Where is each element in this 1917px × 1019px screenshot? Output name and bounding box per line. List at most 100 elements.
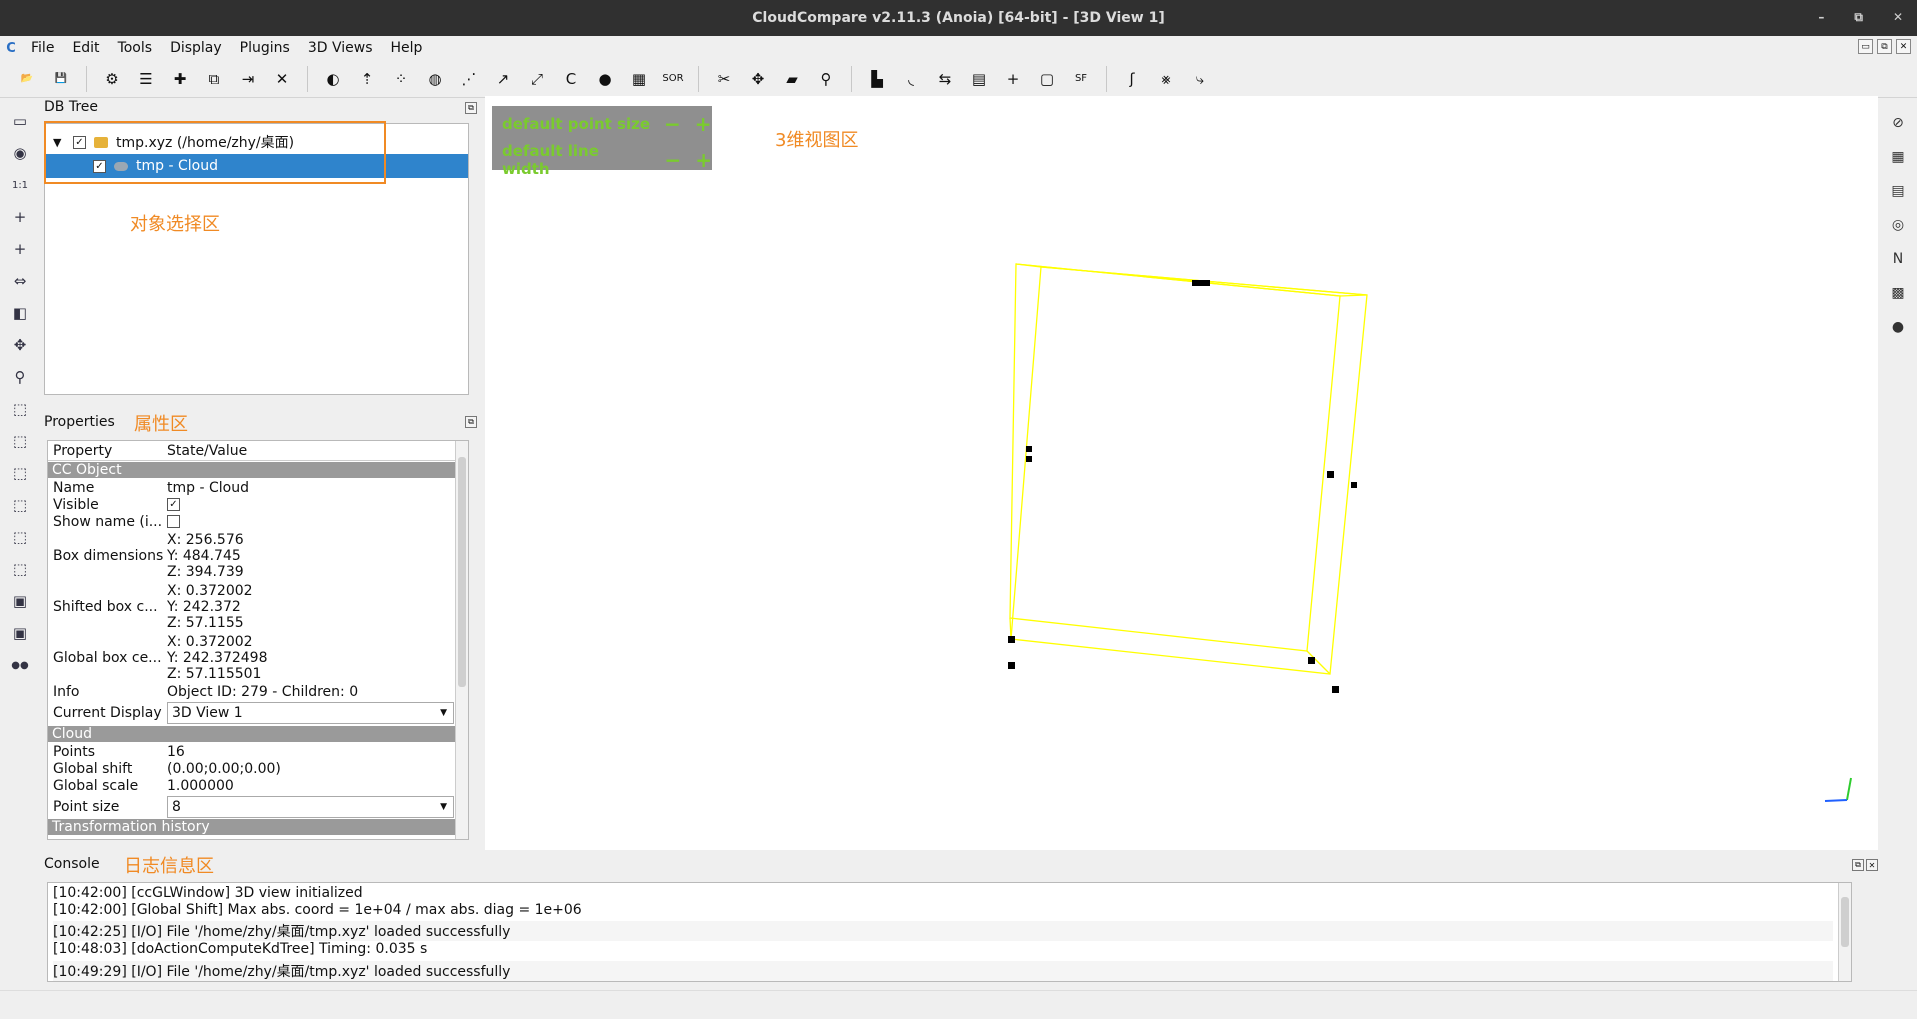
calc-icon[interactable]: ▢ bbox=[1034, 66, 1060, 92]
col-icon[interactable]: ▦ bbox=[1885, 144, 1911, 170]
sample-icon[interactable]: ⁘ bbox=[388, 66, 414, 92]
bbox-face-front bbox=[1010, 266, 1368, 675]
view-back-icon[interactable]: ⬚ bbox=[6, 492, 34, 518]
prop-row-visible: Visible ✓ bbox=[48, 496, 456, 513]
rgb-sphere-icon[interactable]: ● bbox=[1885, 314, 1911, 340]
status-bar bbox=[0, 990, 1917, 1019]
align-icon[interactable]: ↗ bbox=[490, 66, 516, 92]
clone-icon[interactable]: ⧉ bbox=[201, 66, 227, 92]
minimize-button[interactable]: – bbox=[1818, 10, 1824, 25]
menu-help[interactable]: Help bbox=[381, 40, 431, 56]
cube-icon[interactable]: ◧ bbox=[6, 300, 34, 326]
point-size-select[interactable]: 8 ▼ bbox=[167, 796, 454, 818]
console-float-button[interactable]: ⧉ bbox=[1852, 859, 1864, 871]
ccc-icon[interactable]: C bbox=[558, 66, 584, 92]
sf-filter-icon[interactable]: ⨳ bbox=[1153, 66, 1179, 92]
view-left-icon[interactable]: ⬚ bbox=[6, 460, 34, 486]
axis-trihedron bbox=[1824, 777, 1852, 802]
mesh-icon[interactable]: ◍ bbox=[422, 66, 448, 92]
console-scrollbar[interactable] bbox=[1838, 883, 1851, 981]
clapper-icon[interactable]: ▤ bbox=[1885, 178, 1911, 204]
export-icon[interactable]: ⤷ bbox=[1187, 66, 1213, 92]
sf-icon[interactable]: SF bbox=[1068, 66, 1094, 92]
cut-icon[interactable]: ✂ bbox=[711, 66, 737, 92]
histogram-icon[interactable]: ▙ bbox=[864, 66, 890, 92]
pivot-icon[interactable]: + bbox=[6, 204, 34, 230]
normal-icon[interactable]: ⇡ bbox=[354, 66, 380, 92]
front-label-icon[interactable]: ▣ bbox=[6, 588, 34, 614]
s-curve-icon[interactable]: ʃ bbox=[1119, 66, 1145, 92]
properties-float-button[interactable]: ⧉ bbox=[465, 416, 477, 428]
color-icon[interactable]: ◐ bbox=[320, 66, 346, 92]
dbtree-title: DB Tree bbox=[44, 99, 99, 115]
show-name-checkbox[interactable] bbox=[167, 515, 180, 528]
register-icon[interactable]: ⤢ bbox=[524, 66, 550, 92]
open-icon[interactable]: 📂 bbox=[14, 66, 40, 92]
menu-3d-views[interactable]: 3D Views bbox=[299, 40, 382, 56]
merge-icon[interactable]: ✚ bbox=[167, 66, 193, 92]
properties-annotation: 属性区 bbox=[134, 414, 188, 435]
bbox-face-back bbox=[1009, 263, 1341, 652]
visible-checkbox[interactable]: ✓ bbox=[167, 498, 180, 511]
curve-icon[interactable]: ◟ bbox=[898, 66, 924, 92]
menu-file[interactable]: File bbox=[22, 40, 63, 56]
sor-icon[interactable]: SOR bbox=[660, 66, 686, 92]
point bbox=[1327, 471, 1334, 478]
rotate-icon[interactable]: ⇔ bbox=[6, 268, 34, 294]
plane-icon[interactable]: ▰ bbox=[779, 66, 805, 92]
rgb-icon[interactable]: ▩ bbox=[1885, 280, 1911, 306]
close-button[interactable]: ✕ bbox=[1893, 10, 1903, 25]
view-top-icon[interactable]: ⬚ bbox=[6, 396, 34, 422]
translate-icon[interactable]: ✥ bbox=[745, 66, 771, 92]
save-icon[interactable]: 💾 bbox=[48, 66, 74, 92]
north-icon[interactable]: N bbox=[1885, 246, 1911, 272]
3d-view[interactable]: default point size − + default line widt… bbox=[485, 96, 1878, 850]
zoom-icon[interactable]: ⚲ bbox=[6, 364, 34, 390]
screen-icon[interactable]: ▭ bbox=[6, 108, 34, 134]
console-annotation: 日志信息区 bbox=[124, 856, 214, 877]
checker-icon[interactable]: ▦ bbox=[626, 66, 652, 92]
segment-icon[interactable]: ⋰ bbox=[456, 66, 482, 92]
auto-pivot-icon[interactable]: + bbox=[6, 236, 34, 262]
view-bottom-icon[interactable]: ⬚ bbox=[6, 556, 34, 582]
view-front-icon[interactable]: ⬚ bbox=[6, 428, 34, 454]
header-property: Property bbox=[53, 442, 113, 459]
menu-tools[interactable]: Tools bbox=[109, 40, 162, 56]
console-close-button[interactable]: ✕ bbox=[1866, 859, 1878, 871]
restore-button[interactable]: ⧉ bbox=[1854, 10, 1863, 25]
camera-icon[interactable]: ◉ bbox=[6, 140, 34, 166]
mdi-minimize-button[interactable]: ▭ bbox=[1858, 39, 1873, 54]
stereo-icon[interactable]: ●● bbox=[6, 652, 34, 678]
view-right-icon[interactable]: ⬚ bbox=[6, 524, 34, 550]
mdi-close-button[interactable]: ✕ bbox=[1896, 39, 1911, 54]
list-icon[interactable]: ☰ bbox=[133, 66, 159, 92]
bunny-icon[interactable]: ● bbox=[592, 66, 618, 92]
current-display-select[interactable]: 3D View 1 ▼ bbox=[167, 702, 454, 724]
compass-icon[interactable]: ◎ bbox=[1885, 212, 1911, 238]
subsample-icon[interactable]: ⇥ bbox=[235, 66, 261, 92]
properties-table: Property State/Value CC Object Name tmp … bbox=[47, 440, 469, 840]
main-toolbar: 📂 💾 ⚙ ☰ ✚ ⧉ ⇥ ✕ ◐ ⇡ ⁘ ◍ ⋰ ↗ ⤢ C ● ▦ SOR ✂ ✥ ▰ ⚲ ▙ ◟ ⇆ ▤ + ▢ SF ʃ ⨳ ⤷ bbox=[0, 60, 1917, 98]
prop-row-box-dimensions: Box dimensions X: 256.576 Y: 484.745 Z: … bbox=[53, 531, 244, 580]
gear-move-icon[interactable]: ⚙ bbox=[99, 66, 125, 92]
properties-scrollbar[interactable] bbox=[455, 441, 468, 839]
move-icon[interactable]: ✥ bbox=[6, 332, 34, 358]
minmax-icon[interactable]: ⇆ bbox=[932, 66, 958, 92]
table-icon[interactable]: ▤ bbox=[966, 66, 992, 92]
prop-row-name: Name tmp - Cloud bbox=[53, 479, 249, 496]
pick-icon[interactable]: ⚲ bbox=[813, 66, 839, 92]
delete-icon[interactable]: ✕ bbox=[269, 66, 295, 92]
prop-row-shifted-box: Shifted box c... X: 0.372002 Y: 242.372 … bbox=[53, 582, 253, 631]
mdi-restore-button[interactable]: ⧉ bbox=[1877, 39, 1892, 54]
menu-edit[interactable]: Edit bbox=[63, 40, 108, 56]
dbtree-float-button[interactable]: ⧉ bbox=[465, 102, 477, 114]
menu-plugins[interactable]: Plugins bbox=[231, 40, 299, 56]
back-label-icon[interactable]: ▣ bbox=[6, 620, 34, 646]
prop-row-global-scale: Global scale 1.000000 bbox=[53, 777, 234, 794]
point bbox=[1308, 657, 1315, 664]
plus-icon[interactable]: + bbox=[1000, 66, 1026, 92]
no-entry-icon[interactable]: ⊘ bbox=[1885, 110, 1911, 136]
chevron-down-icon: ▼ bbox=[440, 708, 447, 718]
one-to-one-icon[interactable]: 1:1 bbox=[6, 172, 34, 198]
menu-display[interactable]: Display bbox=[161, 40, 231, 56]
